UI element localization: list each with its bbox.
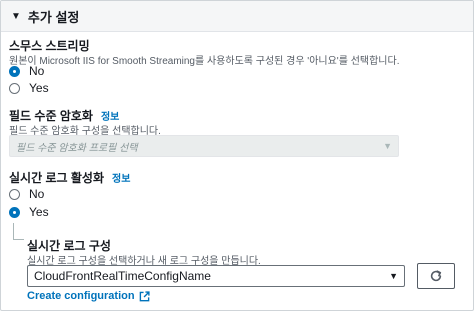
caret-down-icon[interactable]: ▼ [11, 11, 21, 22]
nested-indent-line [13, 223, 24, 240]
realtime-log-config-select[interactable]: CloudFrontRealTimeConfigName ▼ [27, 265, 405, 287]
select-placeholder: 필드 수준 암호화 프로필 선택 [16, 142, 138, 154]
radio-button-selected[interactable] [9, 65, 20, 77]
smooth-streaming-option-yes[interactable]: Yes [9, 81, 49, 95]
realtime-logs-option-yes[interactable]: Yes [9, 205, 49, 219]
additional-settings-panel: ▼ 추가 설정 스무스 스트리밍 원본이 Microsoft IIS for S… [0, 0, 474, 311]
radio-label: Yes [29, 205, 49, 219]
radio-button[interactable] [9, 82, 20, 94]
refresh-icon [430, 270, 442, 282]
realtime-logs-heading: 실시간 로그 활성화 정보 [9, 169, 130, 186]
radio-label: Yes [29, 81, 49, 95]
smooth-streaming-option-no[interactable]: No [9, 64, 44, 78]
realtime-logs-option-no[interactable]: No [9, 187, 44, 201]
radio-label: No [29, 64, 45, 78]
dropdown-arrow-icon: ▼ [383, 141, 392, 151]
realtime-logs-label: 실시간 로그 활성화 [9, 171, 104, 185]
info-link[interactable]: 정보 [112, 170, 130, 185]
select-value: CloudFrontRealTimeConfigName [34, 269, 211, 283]
field-level-encryption-select: 필드 수준 암호화 프로필 선택 ▼ [9, 135, 399, 157]
radio-label: No [29, 187, 45, 201]
radio-button[interactable] [9, 188, 20, 200]
radio-button-selected[interactable] [9, 206, 20, 218]
create-configuration-label: Create configuration [27, 290, 135, 302]
refresh-button[interactable] [417, 263, 455, 289]
create-configuration-link[interactable]: Create configuration [27, 290, 150, 302]
smooth-streaming-description: 원본이 Microsoft IIS for Smooth Streaming를 … [9, 56, 400, 67]
section-header[interactable]: ▼ 추가 설정 [1, 1, 473, 32]
external-link-icon [139, 290, 150, 301]
info-link[interactable]: 정보 [101, 108, 119, 123]
section-title: 추가 설정 [27, 9, 80, 25]
dropdown-arrow-icon: ▼ [389, 271, 398, 281]
